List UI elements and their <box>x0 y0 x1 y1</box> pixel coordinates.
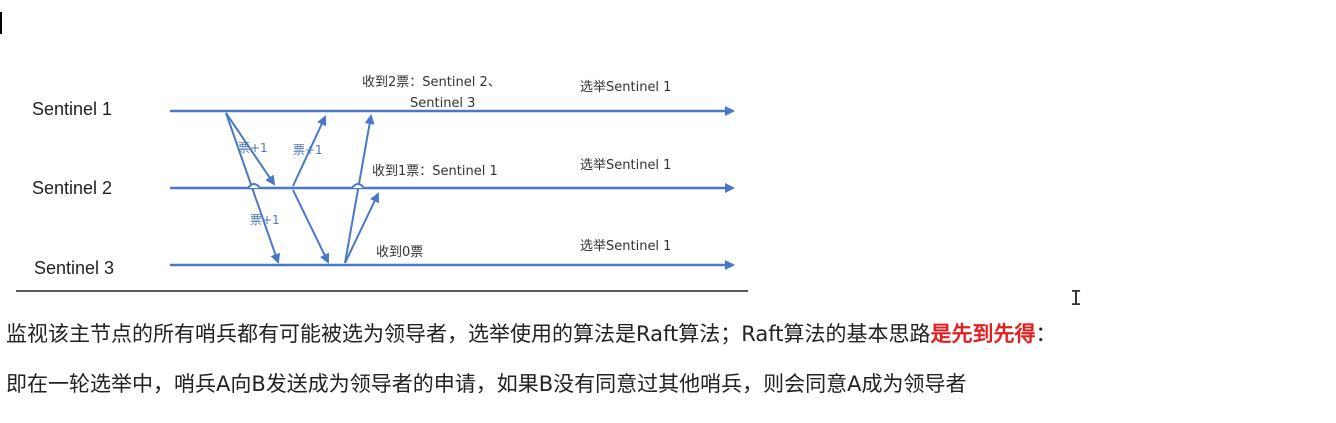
explanation-paragraph-1: 监视该主节点的所有哨兵都有可能被选为领导者，选举使用的算法是Raft算法；Raf… <box>6 318 1057 348</box>
ibeam-cursor-icon: I <box>1070 286 1083 310</box>
annotation-elect-s1: 选举Sentinel 1 <box>580 80 671 95</box>
annotation-s1-votes-line2: Sentinel 3 <box>410 96 475 111</box>
annotation-s1-votes-line1: 收到2票：Sentinel 2、 <box>362 75 501 90</box>
annotation-s3-votes: 收到0票 <box>376 245 423 260</box>
para1-text: 监视该主节点的所有哨兵都有可能被选为领导者，选举使用的算法是Raft算法；Raf… <box>6 322 931 346</box>
node-label-sentinel-1: Sentinel 1 <box>32 99 112 119</box>
node-label-sentinel-2: Sentinel 2 <box>32 178 112 198</box>
raft-election-diagram: Sentinel 1 Sentinel 2 Sentinel 3 票+1 票+1… <box>16 75 748 292</box>
annotation-elect-s3: 选举Sentinel 1 <box>580 239 671 254</box>
arrow-s3-to-s2 <box>344 192 380 264</box>
vote-label: 票+1 <box>238 141 268 155</box>
vote-label: 票+1 <box>250 213 280 227</box>
annotation-elect-s2: 选举Sentinel 1 <box>580 158 671 173</box>
para1-highlight: 是先到先得 <box>930 322 1036 346</box>
crossing-hump <box>351 183 365 189</box>
crossing-hump <box>247 183 261 189</box>
arrow-s2-to-s3 <box>292 189 329 264</box>
para1-suffix: ： <box>1035 322 1057 346</box>
arrow-s3-to-s1 <box>344 114 375 264</box>
annotation-s2-votes: 收到1票：Sentinel 1 <box>372 164 498 179</box>
vote-label: 票+1 <box>293 143 323 157</box>
node-label-sentinel-3: Sentinel 3 <box>34 258 114 278</box>
explanation-paragraph-2: 即在一轮选举中，哨兵A向B发送成为领导者的申请，如果B没有同意过其他哨兵，则会同… <box>6 372 967 396</box>
